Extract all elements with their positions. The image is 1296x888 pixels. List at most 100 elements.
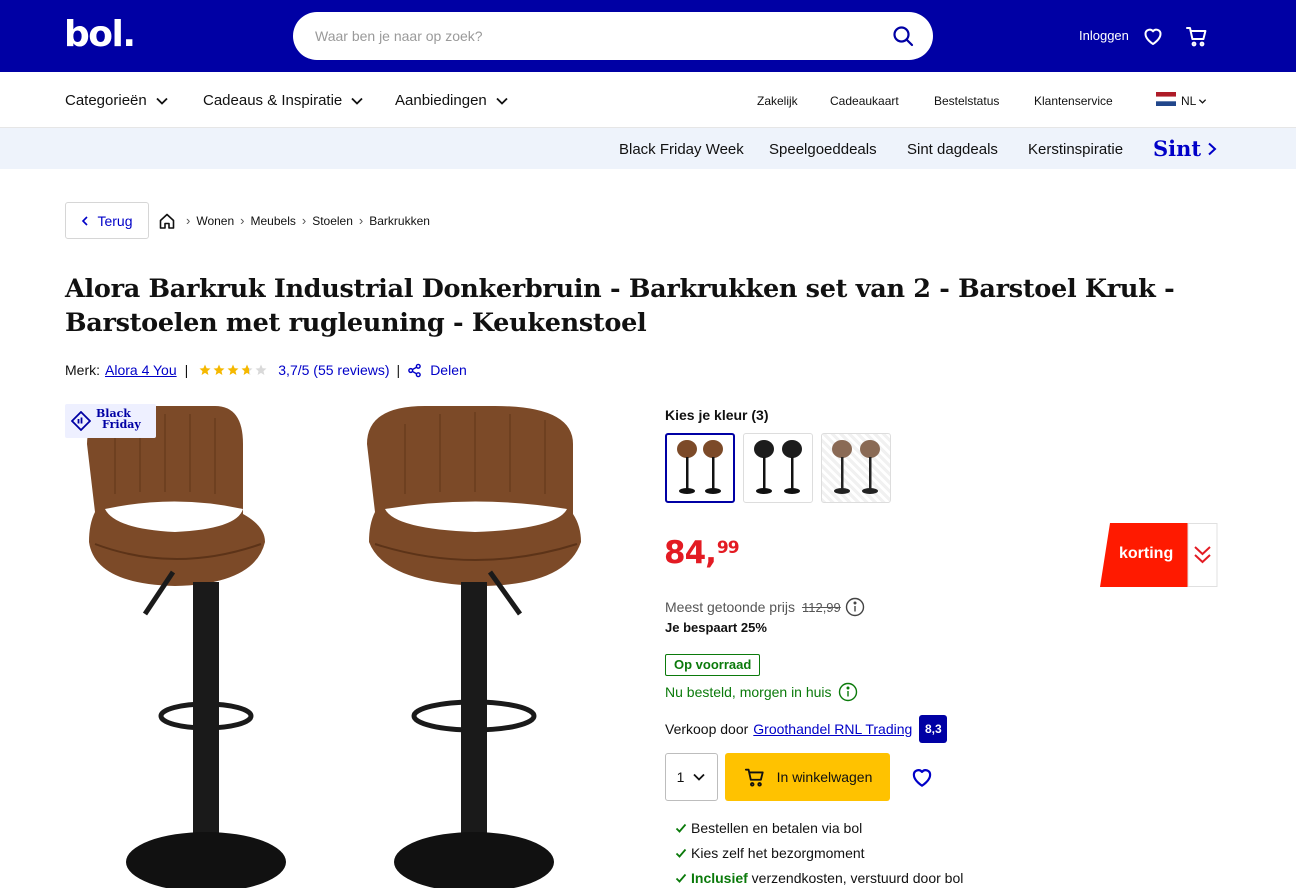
chevron-down-icon	[351, 97, 363, 105]
star-full-icon	[199, 364, 211, 375]
product-image[interactable]	[65, 404, 625, 888]
stock-badge: Op voorraad	[665, 654, 761, 676]
usp-item: Kies zelf het bezorgmoment	[675, 845, 865, 861]
back-label: Terug	[97, 212, 133, 229]
bar-stool-right	[367, 406, 581, 888]
swatch-image-grey-brown	[832, 440, 880, 494]
checkmark-icon	[675, 848, 687, 858]
bol-logo[interactable]: bol.	[64, 14, 136, 55]
quantity-value: 1	[676, 769, 685, 785]
info-icon[interactable]	[838, 682, 858, 702]
rating-reviews-link[interactable]: 3,7/5 (55 reviews)	[278, 362, 389, 378]
star-full-icon	[213, 364, 225, 375]
promo-sint-deals[interactable]: Sint dagdeals	[907, 141, 998, 158]
top-header: bol. Inloggen	[0, 0, 1296, 72]
search-bar[interactable]	[293, 12, 933, 60]
cart-icon	[744, 768, 764, 787]
meta-divider: |	[396, 362, 401, 378]
star-partial-icon	[241, 364, 253, 375]
chevron-down-icon	[156, 97, 168, 105]
promo-sint-label: Sint	[1153, 136, 1202, 161]
breadcrumb-item-meubels[interactable]: Meubels	[251, 214, 296, 228]
usp-text-bold: Inclusief	[691, 870, 748, 886]
breadcrumb-separator-icon: ›	[186, 213, 191, 228]
login-link[interactable]: Inloggen	[1079, 28, 1129, 43]
breadcrumb-separator-icon: ›	[358, 213, 364, 228]
language-label: NL	[1181, 94, 1197, 108]
cart-icon[interactable]	[1185, 24, 1209, 48]
usp-text-post: verzendkosten, verstuurd door bol	[747, 870, 964, 886]
delivery-text: Nu besteld, morgen in huis	[665, 684, 832, 700]
nav-categories-label: Categorieën	[65, 92, 147, 109]
promo-toy-deals[interactable]: Speelgoeddeals	[769, 141, 877, 158]
usp-item: Bestellen en betalen via bol	[675, 820, 862, 836]
most-shown-label: Meest getoonde prijs	[665, 599, 795, 615]
product-price: 84, 99	[664, 535, 740, 571]
nav-customer-service[interactable]: Klantenservice	[1034, 94, 1113, 108]
saving-text: Je bespaart 25%	[665, 620, 767, 635]
price-whole: 84,	[664, 535, 717, 571]
bar-stool-left	[87, 406, 286, 888]
nav-business[interactable]: Zakelijk	[757, 94, 798, 108]
brand-label: Merk:	[65, 362, 100, 378]
usp-text-pre: Kies zelf het bezorgmoment	[691, 845, 865, 861]
seller-label: Verkoop door	[665, 721, 749, 737]
black-friday-tag-icon	[71, 411, 91, 431]
star-empty-icon	[255, 364, 267, 375]
promo-sint-link[interactable]: Sint	[1153, 136, 1217, 161]
breadcrumb-item-barkrukken[interactable]: Barkrukken	[369, 214, 430, 228]
product-meta: Merk: Alora 4 You | 3,7/5 (55 reviews) |…	[65, 362, 467, 378]
quantity-select[interactable]: 1	[665, 753, 718, 801]
wishlist-heart-icon[interactable]	[908, 764, 936, 790]
wishlist-heart-icon[interactable]	[1141, 24, 1165, 48]
nav-gifts[interactable]: Cadeaus & Inspiratie	[203, 92, 364, 109]
nav-order-status[interactable]: Bestelstatus	[934, 94, 999, 108]
chevron-left-icon	[82, 215, 89, 226]
seller-score-badge[interactable]: 8,3	[919, 715, 948, 743]
language-selector[interactable]: NL	[1181, 94, 1207, 108]
seller-info: Verkoop door Groothandel RNL Trading 8,3	[665, 715, 948, 743]
color-picker-label: Kies je kleur (3)	[665, 407, 769, 423]
black-friday-badge-text: Black Friday	[96, 408, 141, 430]
search-icon[interactable]	[891, 24, 915, 48]
checkmark-icon	[675, 823, 687, 833]
chevron-down-icon	[1199, 98, 1207, 104]
nav-gifts-label: Cadeaus & Inspiratie	[203, 92, 343, 109]
usp-text-pre: Bestellen en betalen via bol	[691, 820, 863, 836]
breadcrumb-item-stoelen[interactable]: Stoelen	[312, 214, 353, 228]
add-to-cart-button[interactable]: In winkelwagen	[725, 753, 890, 801]
meta-divider: |	[184, 362, 189, 378]
old-price: 112,99	[801, 599, 841, 615]
netherlands-flag-icon[interactable]	[1156, 92, 1176, 106]
promo-bar: Black Friday Week Speelgoeddeals Sint da…	[0, 128, 1296, 169]
star-full-icon	[227, 364, 239, 375]
seller-link[interactable]: Groothandel RNL Trading	[753, 721, 912, 737]
promo-christmas[interactable]: Kerstinspiratie	[1028, 141, 1123, 158]
delivery-info: Nu besteld, morgen in huis	[665, 682, 858, 702]
share-link[interactable]: Delen	[430, 362, 467, 378]
checkmark-icon	[675, 873, 687, 883]
most-shown-price: Meest getoonde prijs 112,99	[665, 597, 865, 617]
home-icon[interactable]	[158, 212, 176, 230]
chevron-down-icon	[693, 773, 706, 781]
color-swatch-grey-brown[interactable]	[821, 433, 891, 503]
breadcrumb: › Wonen › Meubels › Stoelen › Barkrukken	[186, 213, 430, 228]
nav-deals[interactable]: Aanbiedingen	[395, 92, 509, 109]
breadcrumb-item-wonen[interactable]: Wonen	[196, 214, 234, 228]
rating-stars[interactable]	[199, 364, 267, 376]
promo-black-friday[interactable]: Black Friday Week	[619, 141, 744, 158]
color-swatch-black[interactable]	[743, 433, 813, 503]
brand-link[interactable]: Alora 4 You	[105, 362, 177, 378]
share-icon[interactable]	[407, 363, 422, 378]
price-cents: 99	[716, 538, 740, 558]
nav-giftcard[interactable]: Cadeaukaart	[830, 94, 899, 108]
back-button[interactable]: Terug	[65, 202, 149, 239]
color-swatch-brown[interactable]	[665, 433, 735, 503]
nav-categories[interactable]: Categorieën	[65, 92, 169, 109]
discount-badge-label: korting	[1119, 545, 1174, 562]
usp-item: Inclusief verzendkosten, verstuurd door …	[675, 870, 963, 886]
info-icon[interactable]	[845, 597, 865, 617]
search-input[interactable]	[315, 24, 875, 48]
breadcrumb-separator-icon: ›	[301, 213, 307, 228]
breadcrumb-separator-icon: ›	[240, 213, 245, 228]
